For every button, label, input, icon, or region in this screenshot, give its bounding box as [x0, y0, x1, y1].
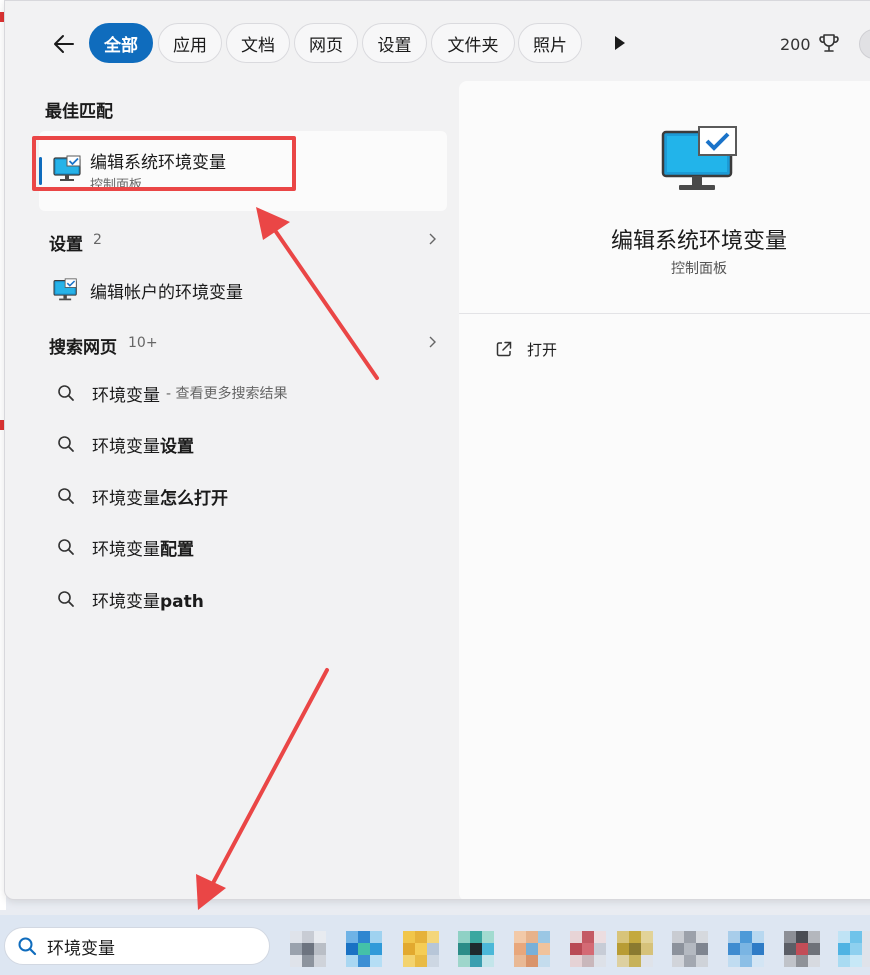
taskbar-app-icon[interactable]	[728, 931, 764, 967]
back-button[interactable]	[49, 29, 79, 59]
web-result-hint: - 查看更多搜索结果	[166, 386, 288, 402]
filter-chip-all[interactable]: 全部	[89, 23, 153, 63]
settings-count: 2	[93, 232, 102, 248]
web-result-bold: 怎么打开	[160, 488, 228, 509]
filter-bar: 全部 应用 文档 网页 设置 文件夹 照片 200	[5, 23, 870, 63]
play-icon[interactable]	[609, 33, 629, 53]
arrow-left-icon	[54, 35, 74, 53]
filter-chip-documents[interactable]: 文档	[226, 23, 290, 63]
best-match-category: 控制面板	[90, 178, 143, 193]
best-match-result[interactable]: 编辑系统环境变量 控制面板	[39, 131, 447, 211]
detail-title: 编辑系统环境变量	[610, 229, 787, 254]
taskbar-search-box[interactable]: 环境变量	[4, 927, 270, 965]
best-match-name: 编辑系统环境变量	[90, 153, 226, 173]
taskbar-app-icon[interactable]	[617, 931, 653, 967]
filter-chip-apps[interactable]: 应用	[158, 23, 222, 63]
settings-heading: 设置	[49, 235, 83, 255]
search-icon	[58, 436, 74, 452]
monitor-check-icon	[53, 155, 81, 181]
taskbar-app-icon[interactable]	[514, 931, 550, 967]
search-icon	[58, 385, 74, 401]
taskbar-app-icon[interactable]	[784, 931, 820, 967]
taskbar-app-icon[interactable]	[346, 931, 382, 967]
web-result-text: 环境变量	[92, 385, 160, 406]
detail-pane: 编辑系统环境变量 控制面板 打开	[459, 81, 870, 899]
taskbar-app-icon[interactable]	[458, 931, 494, 967]
web-result[interactable]: 环境变量 - 查看更多搜索结果	[39, 373, 447, 413]
web-result-text: 环境变量path	[92, 591, 204, 612]
web-result-bold: 设置	[160, 436, 194, 457]
search-icon	[58, 488, 74, 504]
search-icon	[58, 591, 74, 607]
web-result-text: 环境变量设置	[92, 436, 194, 457]
taskbar: 环境变量	[0, 915, 870, 975]
web-result[interactable]: 环境变量配置	[39, 527, 447, 567]
taskbar-app-icon[interactable]	[672, 931, 708, 967]
monitor-check-icon	[53, 278, 77, 301]
selection-indicator	[39, 157, 42, 185]
chevron-right-icon[interactable]	[425, 335, 439, 349]
divider	[459, 313, 870, 314]
web-search-heading: 搜索网页	[49, 338, 117, 358]
taskbar-app-icon[interactable]	[838, 931, 870, 967]
search-icon	[18, 937, 37, 956]
trophy-icon[interactable]	[818, 32, 840, 54]
web-result-text: 环境变量配置	[92, 539, 194, 560]
web-search-count: 10+	[128, 335, 158, 351]
detail-subtitle: 控制面板	[671, 261, 727, 277]
rewards-points: 200	[780, 35, 811, 54]
web-result[interactable]: 环境变量设置	[39, 424, 447, 464]
web-result-bold: path	[160, 591, 204, 612]
search-icon	[58, 539, 74, 555]
taskbar-search-value: 环境变量	[47, 938, 115, 959]
filter-chip-web[interactable]: 网页	[294, 23, 358, 63]
avatar[interactable]	[859, 29, 870, 59]
taskbar-app-icon[interactable]	[403, 931, 439, 967]
search-panel: 全部 应用 文档 网页 设置 文件夹 照片 200 最佳匹配 编辑系统环境变量 …	[4, 0, 870, 900]
web-result[interactable]: 环境变量怎么打开	[39, 476, 447, 516]
filter-chip-folders[interactable]: 文件夹	[431, 23, 515, 63]
taskbar-app-icon[interactable]	[570, 931, 606, 967]
open-action[interactable]: 打开	[495, 337, 557, 361]
filter-chip-settings[interactable]: 设置	[362, 23, 427, 63]
web-result-bold: 配置	[160, 539, 194, 560]
taskbar-app-icon[interactable]	[290, 931, 326, 967]
settings-result-account-env[interactable]: 编辑帐户的环境变量	[39, 270, 447, 310]
web-result[interactable]: 环境变量path	[39, 579, 447, 619]
open-external-icon	[496, 341, 512, 357]
monitor-check-icon	[661, 126, 737, 190]
settings-result-label: 编辑帐户的环境变量	[90, 282, 243, 303]
best-match-heading: 最佳匹配	[45, 102, 113, 122]
open-action-label: 打开	[527, 340, 558, 359]
chevron-right-icon[interactable]	[425, 232, 439, 246]
filter-chip-photos[interactable]: 照片	[518, 23, 582, 63]
web-result-text: 环境变量怎么打开	[92, 488, 228, 509]
